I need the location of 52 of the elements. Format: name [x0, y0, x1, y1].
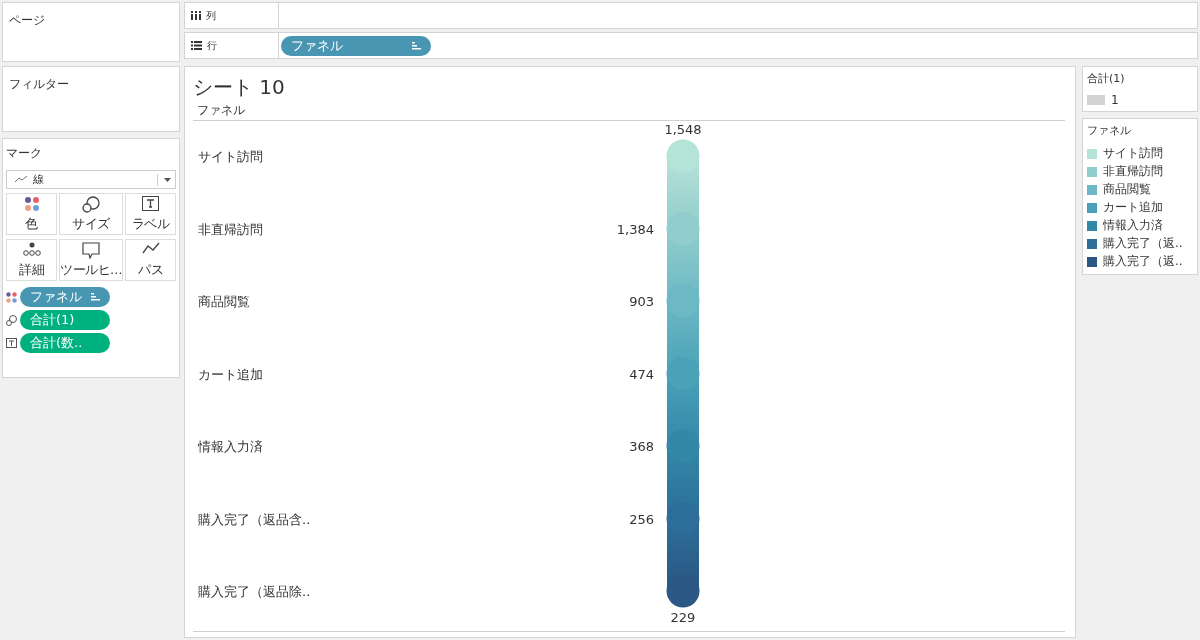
legend-item[interactable]: 非直帰訪問 [1103, 163, 1163, 180]
text-icon [142, 196, 159, 211]
mark-card-button[interactable]: ツールヒ… [59, 239, 123, 281]
category-label: 情報入力済 [198, 439, 263, 454]
color-dots-icon [23, 196, 40, 212]
panel-title: フィルター [9, 77, 69, 91]
legend-title: ファネル [1087, 123, 1132, 138]
columns-icon [191, 11, 201, 20]
column-header: ファネル [193, 99, 1065, 121]
caret-icon [164, 177, 171, 182]
line-icon [15, 176, 27, 183]
mark-card-button[interactable]: ラベル [125, 193, 176, 235]
value-label: 1,548 [664, 122, 702, 137]
legend-item[interactable]: 情報入力済 [1103, 217, 1163, 234]
shelf-label: 列 [206, 8, 216, 23]
path-icon [141, 242, 160, 254]
category-label: 非直帰訪問 [198, 221, 263, 237]
detail-icon [22, 242, 41, 256]
tooltip-icon [82, 242, 100, 259]
panel-title: ページ [9, 13, 45, 27]
legend-item[interactable]: 商品閲覧 [1103, 181, 1151, 198]
text-icon [6, 338, 17, 348]
rows-icon [191, 41, 202, 50]
panel-title: マーク [6, 145, 43, 162]
value-label: 229 [670, 610, 696, 625]
size-icon [82, 196, 100, 213]
category-label: カート追加 [198, 366, 263, 382]
value-label: 903 [629, 294, 654, 309]
value-label: 256 [629, 511, 654, 527]
legend-title: 合計(1) [1087, 71, 1126, 86]
color-dots-icon [6, 291, 17, 303]
legend-item[interactable]: サイト訪問 [1103, 145, 1163, 162]
legend-value: 1 [1111, 93, 1119, 107]
mark-card-button[interactable]: 詳細 [6, 239, 57, 281]
size-icon [6, 314, 17, 326]
mark-card-button[interactable]: 色 [6, 193, 57, 235]
category-label: 購入完了（返品含.. [198, 511, 311, 527]
value-label: 1,384 [616, 221, 654, 237]
legend-item[interactable]: カート追加 [1103, 199, 1163, 216]
sheet-title: シート 10 [193, 75, 286, 99]
category-label: 商品閲覧 [198, 294, 250, 309]
shelf-label: 行 [207, 38, 217, 53]
category-label: サイト訪問 [198, 149, 263, 164]
value-label: 474 [629, 366, 654, 382]
category-label: 購入完了（返品除.. [198, 584, 311, 599]
mark-type-dropdown[interactable]: 線 [6, 170, 176, 189]
size-swatch [1087, 95, 1105, 105]
mark-card-button[interactable]: パス [125, 239, 176, 281]
value-label: 368 [629, 439, 654, 454]
mark-card-button[interactable]: サイズ [59, 193, 123, 235]
legend-item[interactable]: 購入完了（返.. [1103, 253, 1183, 270]
legend-item[interactable]: 購入完了（返.. [1103, 235, 1183, 252]
